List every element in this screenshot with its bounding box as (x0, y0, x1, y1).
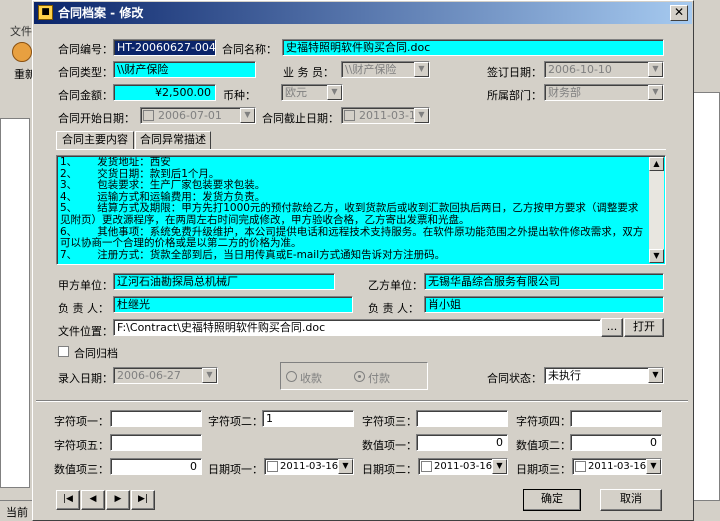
label-file-loc: 文件位置： (58, 325, 113, 338)
contract-no-input[interactable]: HT-20060627-004 (113, 39, 216, 56)
label-sign-date: 签订日期： (487, 66, 542, 79)
chevron-down-icon[interactable]: ▼ (240, 108, 255, 123)
party-a-input[interactable]: 辽河石油勘探局总机械厂 (113, 273, 335, 290)
chevron-down-icon[interactable]: ▼ (648, 85, 663, 100)
party-b-input[interactable]: 无锡华晶综合服务有限公司 (424, 273, 664, 290)
file-location-input[interactable]: F:\Contract\史福特照明软件购买合同.doc (113, 319, 601, 336)
label-receive: 收款 (300, 372, 322, 385)
contract-type-input[interactable]: \\财产保险 (113, 61, 256, 78)
scroll-up-icon[interactable]: ▲ (649, 157, 664, 171)
label-contract-type: 合同类型： (58, 66, 113, 79)
label-end-date: 合同截止日期： (262, 112, 339, 125)
chevron-down-icon[interactable]: ▼ (414, 108, 429, 123)
ok-button[interactable]: 确定 (523, 489, 581, 511)
label-person-b: 负 责 人： (368, 302, 419, 315)
amount-input[interactable]: ¥2,500.00 (113, 84, 216, 101)
label-num1: 数值项一： (362, 439, 417, 452)
label-contract-name: 合同名称： (222, 43, 277, 56)
label-char1: 字符项一： (54, 415, 109, 428)
num2-input[interactable]: 0 (570, 434, 662, 451)
prev-record-button[interactable]: ◀ (81, 490, 105, 510)
label-status: 合同状态： (487, 372, 542, 385)
tab-panel-border (56, 149, 666, 150)
end-date-checkbox[interactable] (344, 110, 355, 121)
status-label: 当前 (6, 506, 28, 519)
label-date3: 日期项三： (516, 463, 571, 476)
cancel-button[interactable]: 取消 (600, 489, 662, 511)
char2-input[interactable]: 1 (262, 410, 354, 427)
dept-select[interactable]: 财务部 (544, 84, 664, 101)
label-archive: 合同归档 (74, 347, 118, 360)
chevron-down-icon[interactable]: ▼ (338, 459, 353, 474)
num3-input[interactable]: 0 (110, 458, 202, 475)
label-char5: 字符项五： (54, 439, 109, 452)
label-party-a: 甲方单位： (58, 279, 113, 292)
label-pay: 付款 (368, 372, 390, 385)
label-date2: 日期项二： (362, 463, 417, 476)
label-char3: 字符项三： (362, 415, 417, 428)
refresh-icon (12, 42, 32, 62)
open-button[interactable]: 打开 (624, 318, 664, 337)
background-tree-panel (0, 118, 30, 488)
close-button[interactable]: ✕ (670, 5, 688, 21)
next-record-button[interactable]: ▶ (106, 490, 130, 510)
dialog-title: 合同档案 - 修改 (58, 6, 144, 20)
num1-input[interactable]: 0 (416, 434, 508, 451)
date3-checkbox[interactable] (575, 461, 586, 472)
background-list-panel (690, 92, 720, 502)
label-char2: 字符项二： (208, 415, 263, 428)
browse-button[interactable]: ... (601, 318, 623, 337)
start-date-picker[interactable]: 2006-07-01 (140, 107, 256, 124)
menu-file[interactable]: 文件 (10, 23, 32, 39)
last-record-button[interactable]: ▶| (131, 490, 155, 510)
person-b-input[interactable]: 肖小姐 (424, 296, 664, 313)
label-date1: 日期项一： (208, 463, 263, 476)
label-dept: 所属部门： (487, 89, 542, 102)
chevron-down-icon[interactable]: ▼ (202, 368, 217, 383)
label-num2: 数值项二： (516, 439, 571, 452)
start-date-checkbox[interactable] (143, 110, 154, 121)
chevron-down-icon[interactable]: ▼ (492, 459, 507, 474)
label-amount: 合同金额： (58, 89, 113, 102)
char1-input[interactable] (110, 410, 202, 427)
label-entry-date: 录入日期： (58, 372, 113, 385)
char3-input[interactable] (416, 410, 508, 427)
label-contract-no: 合同编号： (58, 43, 113, 56)
pay-radio[interactable] (354, 371, 365, 382)
label-start-date: 合同开始日期： (58, 112, 135, 125)
tab-exception-desc[interactable]: 合同异常描述 (135, 131, 211, 149)
char5-input[interactable] (110, 434, 202, 451)
chevron-down-icon[interactable]: ▼ (648, 62, 663, 77)
chevron-down-icon[interactable]: ▼ (646, 459, 661, 474)
scroll-down-icon[interactable]: ▼ (649, 249, 664, 263)
tab-main-content[interactable]: 合同主要内容 (56, 131, 134, 149)
sign-date-picker[interactable]: 2006-10-10 (544, 61, 664, 78)
contract-content-text: 1、 发货地址：西安 2、 交货日期：款到后1个月。 3、 包装要求：生产厂家包… (60, 157, 644, 261)
content-scrollbar[interactable]: ▲ ▼ (649, 157, 664, 263)
chevron-down-icon[interactable]: ▼ (327, 85, 342, 100)
contract-icon: ■ (38, 5, 53, 20)
label-person-a: 负 责 人： (58, 302, 109, 315)
chevron-down-icon[interactable]: ▼ (648, 368, 663, 383)
label-salesman: 业 务 员： (283, 66, 334, 79)
chevron-down-icon[interactable]: ▼ (414, 62, 429, 77)
label-party-b: 乙方单位： (368, 279, 423, 292)
archive-checkbox[interactable] (58, 346, 69, 357)
date1-checkbox[interactable] (267, 461, 278, 472)
person-a-input[interactable]: 杜继光 (113, 296, 353, 313)
date2-checkbox[interactable] (421, 461, 432, 472)
label-num3: 数值项三： (54, 463, 109, 476)
label-char4: 字符项四： (516, 415, 571, 428)
status-select[interactable]: 未执行 (544, 367, 664, 384)
contract-name-input[interactable]: 史福特照明软件购买合同.doc (282, 39, 664, 56)
label-currency: 币种： (223, 89, 256, 102)
char4-input[interactable] (570, 410, 662, 427)
first-record-button[interactable]: |◀ (56, 490, 80, 510)
section-separator (36, 400, 688, 402)
receive-radio[interactable] (286, 371, 297, 382)
